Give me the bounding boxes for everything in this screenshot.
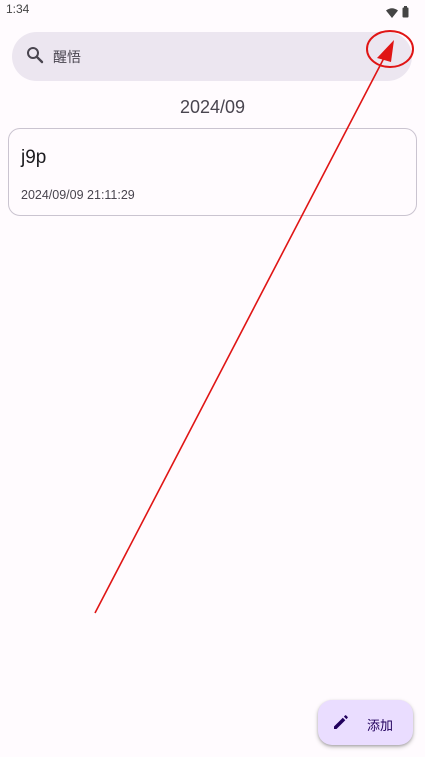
status-time: 1:34 <box>6 2 30 16</box>
status-icons <box>386 3 409 22</box>
search-icon[interactable] <box>26 46 44 64</box>
battery-icon <box>402 3 409 22</box>
app-screen: 1:34 2024/09 j9p 2024/09/09 21:11:29 <box>0 0 425 757</box>
pencil-icon <box>332 713 350 731</box>
month-header: 2024/09 <box>179 97 246 117</box>
note-card[interactable]: j9p 2024/09/09 21:11:29 <box>8 128 417 216</box>
note-title: j9p <box>21 147 47 168</box>
add-button[interactable]: 添加 <box>318 700 413 745</box>
add-button-label: 添加 <box>367 719 394 734</box>
note-date: 2024/09/09 21:11:29 <box>21 188 135 202</box>
status-bar: 1:34 <box>0 0 425 20</box>
wifi-icon <box>386 3 398 22</box>
search-input[interactable] <box>53 46 353 68</box>
